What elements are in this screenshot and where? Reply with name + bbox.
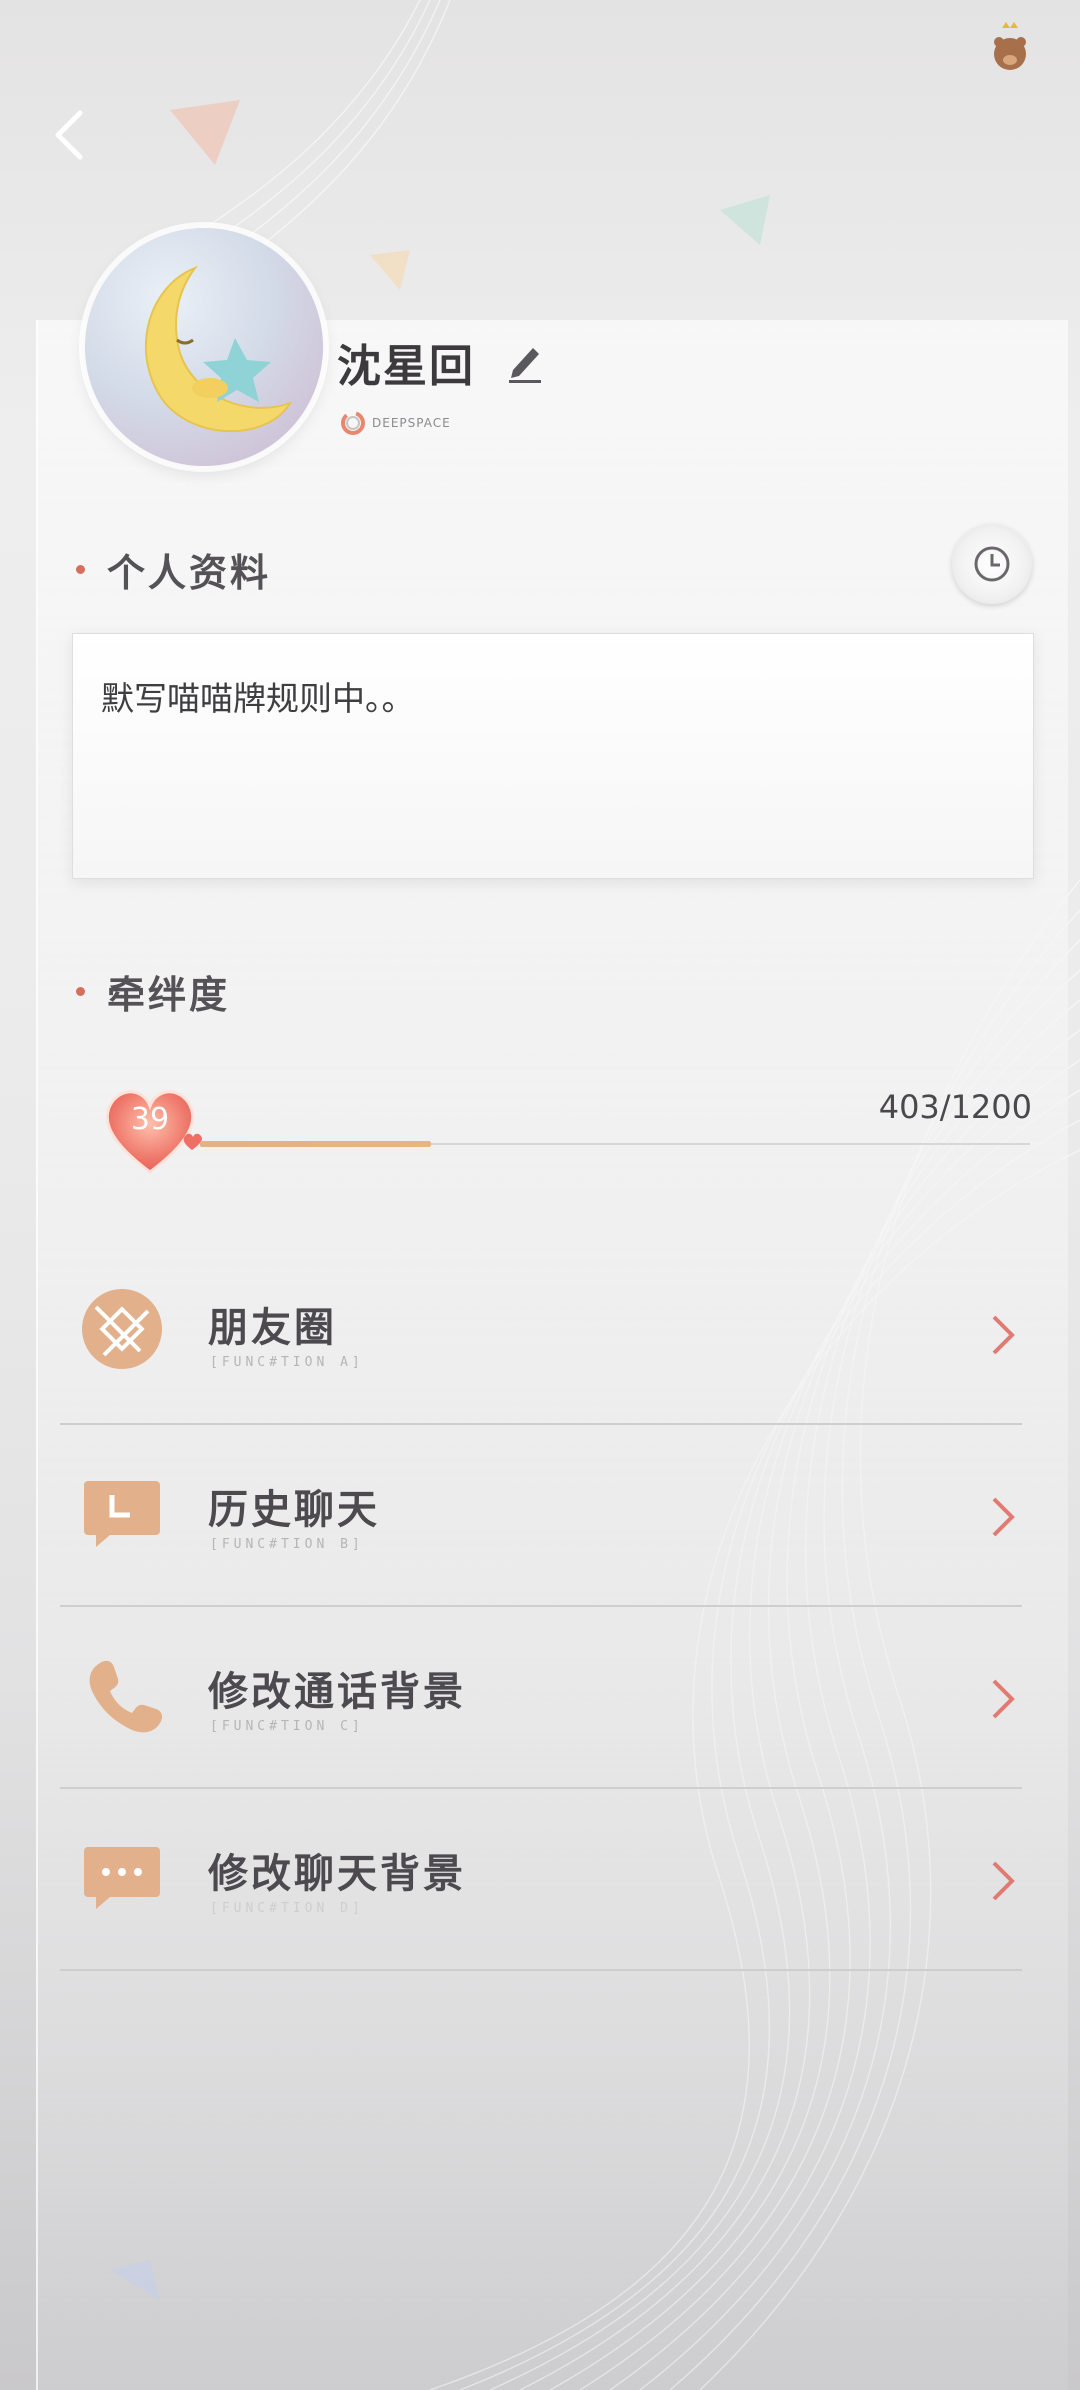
- bio-box[interactable]: 默写喵喵牌规则中。。: [72, 633, 1034, 879]
- deepspace-logo-icon: [341, 411, 365, 435]
- section-dot: [76, 565, 85, 574]
- profile-screen: 沈星回 DEEPSPACE 个人资料 默写喵喵牌规则中。。 牵绊度 39 403…: [0, 0, 1080, 2390]
- brand-badge: DEEPSPACE: [340, 410, 451, 436]
- profile-section-label: 个人资料: [107, 550, 272, 595]
- profile-section-title: 个人资料: [76, 542, 271, 597]
- bond-progress-text: 403/1200: [878, 1088, 1032, 1126]
- pencil-icon: [509, 348, 541, 383]
- clock-chat-icon: [84, 1481, 160, 1547]
- bond-section-title: 牵绊度: [76, 964, 230, 1019]
- avatar[interactable]: [85, 228, 323, 466]
- menu-sub-label: [FUNC#TION C]: [210, 1719, 364, 1734]
- corner-bear-icon: [990, 22, 1030, 72]
- chat-bubble-icon: [84, 1847, 160, 1909]
- back-button[interactable]: [40, 100, 100, 170]
- menu-label: 朋友圈: [208, 1304, 337, 1351]
- clock-icon: [974, 546, 1010, 582]
- divider: [60, 1969, 1022, 1971]
- menu-label: 历史聊天: [208, 1486, 380, 1533]
- chevron-right-icon: [992, 1497, 1015, 1537]
- chevron-left-icon: [55, 110, 83, 160]
- chevron-right-icon: [992, 1679, 1015, 1719]
- menu-item-chat-history[interactable]: 历史聊天 [FUNC#TION B]: [60, 1425, 1022, 1607]
- bond-section-label: 牵绊度: [107, 972, 231, 1017]
- menu-label: 修改通话背景: [208, 1668, 466, 1715]
- menu-item-moments[interactable]: 朋友圈 [FUNC#TION A]: [60, 1243, 1022, 1425]
- menu-sub-label: [FUNC#TION A]: [210, 1355, 364, 1370]
- chevron-right-icon: [992, 1861, 1015, 1901]
- menu-item-chat-background[interactable]: 修改聊天背景 [FUNC#TION D]: [60, 1789, 1022, 1971]
- section-dot: [76, 987, 85, 996]
- bond-progress-fill: [200, 1141, 431, 1147]
- bio-text: 默写喵喵牌规则中。。: [101, 679, 415, 718]
- brand-text: DEEPSPACE: [372, 416, 451, 430]
- menu-sub-label: [FUNC#TION B]: [210, 1537, 364, 1552]
- bond-level: 39: [130, 1102, 170, 1137]
- menu-sub-label: [FUNC#TION D]: [210, 1901, 364, 1916]
- moon-avatar-icon: [144, 265, 293, 433]
- menu-label: 修改聊天背景: [208, 1850, 466, 1897]
- menu-item-call-background[interactable]: 修改通话背景 [FUNC#TION C]: [60, 1607, 1022, 1789]
- phone-icon: [89, 1660, 163, 1733]
- profile-name: 沈星回: [337, 341, 475, 392]
- edit-name-button[interactable]: [505, 340, 545, 384]
- chevron-right-icon: [992, 1315, 1015, 1355]
- history-button[interactable]: [952, 524, 1032, 604]
- aperture-icon: [82, 1289, 162, 1369]
